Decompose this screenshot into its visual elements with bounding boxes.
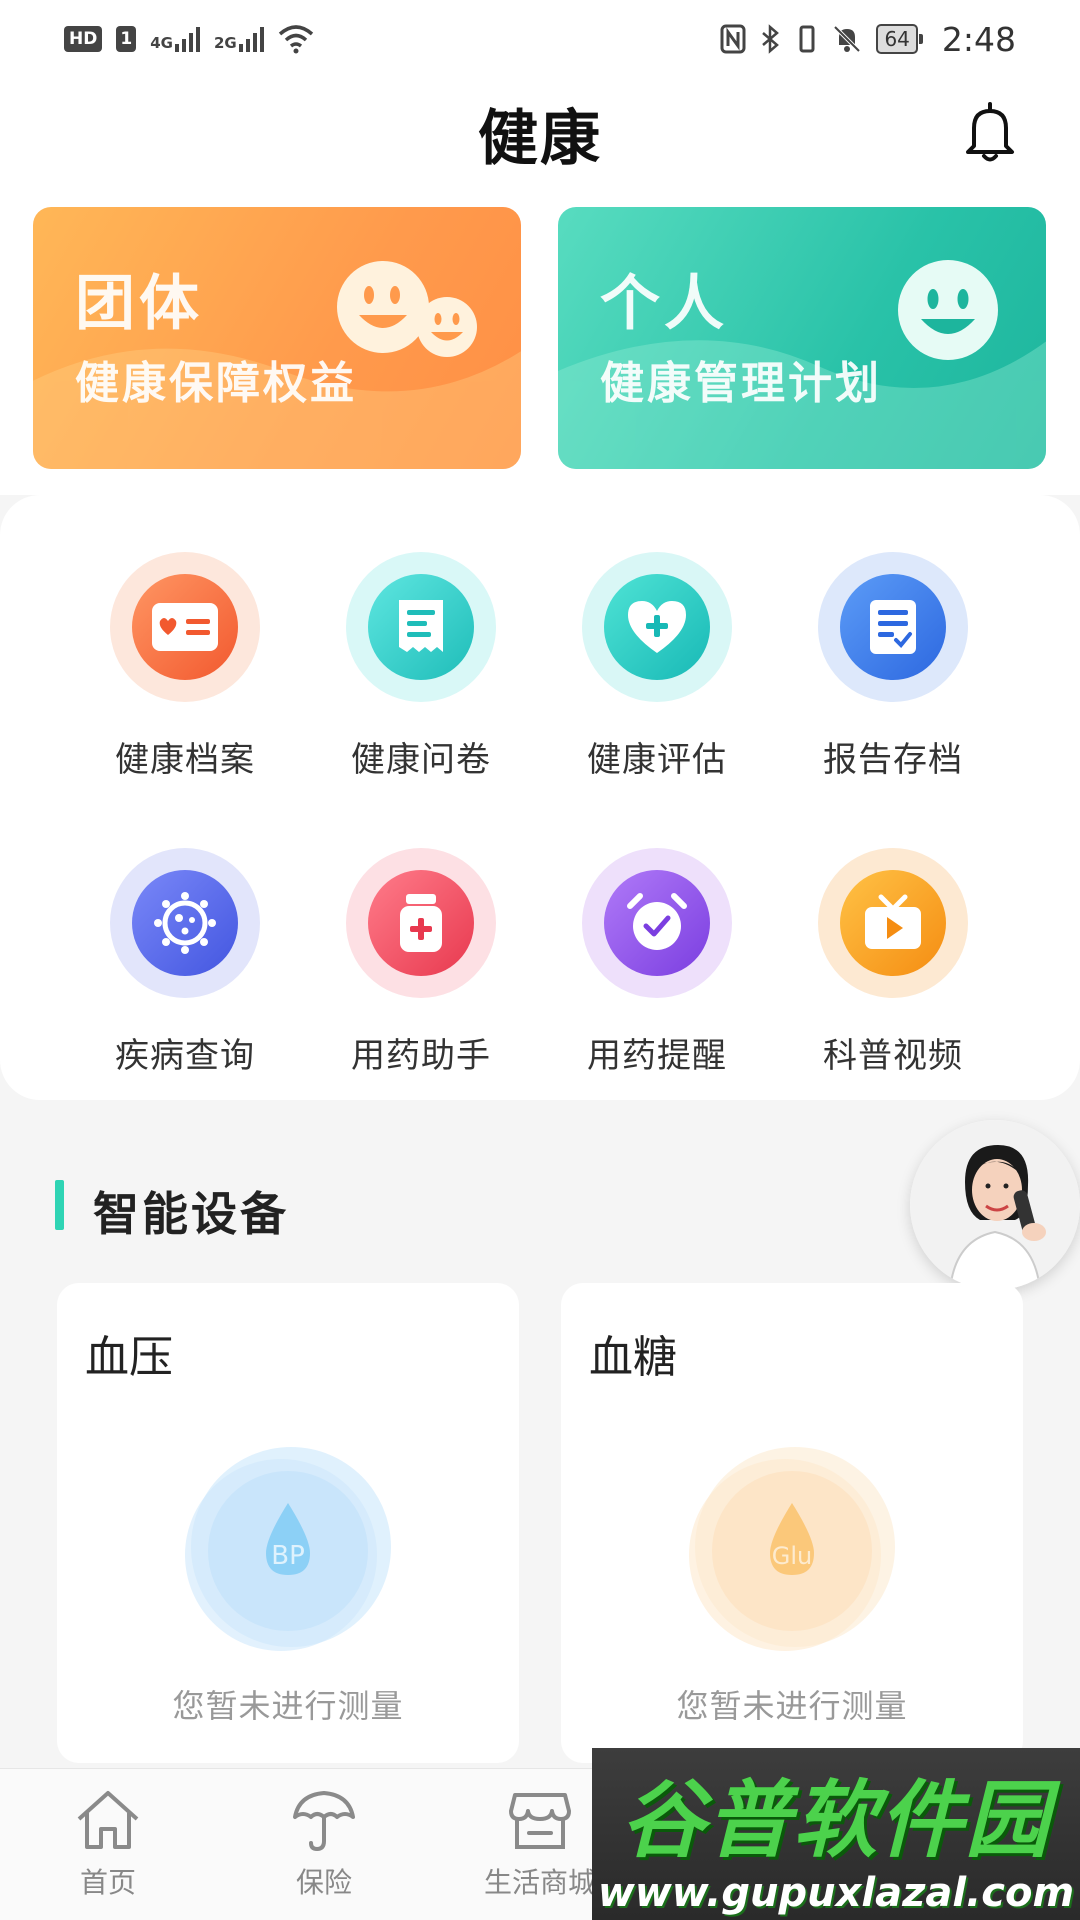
grid-item-questionnaire[interactable]: 健康问卷 <box>303 552 539 812</box>
tv-play-icon <box>840 870 946 976</box>
section-title: 智能设备 <box>93 1187 289 1241</box>
alarm-clock-icon <box>604 870 710 976</box>
grid-item-label: 科普视频 <box>823 1036 963 1076</box>
grid-item-medication-reminder[interactable]: 用药提醒 <box>539 848 775 1108</box>
customer-service-avatar[interactable] <box>910 1120 1080 1290</box>
icon-halo <box>346 848 496 998</box>
grid-item-science-video[interactable]: 科普视频 <box>775 848 1011 1108</box>
feature-grid: 健康档案 健康问卷 健康评估 报告存档 疾病查询 用药助手 用药提醒 科普视频 <box>0 495 1080 1100</box>
status-time: 2:48 <box>941 19 1016 59</box>
drop-badge: Glu <box>772 1542 812 1570</box>
banner-subtitle: 健康管理计划 <box>600 358 882 409</box>
blood-glucose-card[interactable]: 血糖 Glu 您暂未进行测量 <box>561 1283 1023 1763</box>
grid-item-label: 健康档案 <box>115 740 255 780</box>
battery-indicator: 64 <box>876 24 924 54</box>
virus-icon <box>132 870 238 976</box>
measurement-hint: 您暂未进行测量 <box>676 1687 908 1725</box>
watermark-text: 谷普软件园 <box>620 1770 1051 1869</box>
group-health-banner[interactable]: 团体 健康保障权益 <box>33 207 521 469</box>
report-icon <box>840 574 946 680</box>
signal-4g: 4G <box>150 26 200 52</box>
grid-item-health-records[interactable]: 健康档案 <box>67 552 303 812</box>
grid-item-label: 报告存档 <box>823 740 963 780</box>
watermark-url: www.gupuxlazal.com <box>597 1869 1075 1916</box>
store-icon <box>509 1793 571 1849</box>
drop-badge: BP <box>271 1541 305 1571</box>
grid-item-label: 健康问卷 <box>351 740 491 780</box>
service-agent-icon <box>910 1120 1080 1290</box>
net-label-4g: 4G <box>150 34 173 52</box>
grid-item-disease-search[interactable]: 疾病查询 <box>67 848 303 1108</box>
nav-label: 首页 <box>79 1866 136 1899</box>
status-bar: HD 1 4G 2G 64 2:48 <box>0 0 1080 78</box>
heart-plus-icon <box>604 574 710 680</box>
net-label-2g: 2G <box>213 34 237 52</box>
medicine-bottle-icon <box>368 870 474 976</box>
icon-halo <box>818 848 968 998</box>
signal-bars-icon <box>238 26 264 52</box>
status-right: 64 2:48 <box>720 20 1016 59</box>
nav-label: 保险 <box>295 1866 352 1899</box>
grid-item-assessment[interactable]: 健康评估 <box>539 552 775 812</box>
icon-halo <box>818 552 968 702</box>
banner-subtitle: 健康保障权益 <box>75 358 357 409</box>
signal-2g: 2G <box>214 26 264 52</box>
home-icon <box>77 1791 139 1849</box>
personal-health-banner[interactable]: 个人 健康管理计划 <box>558 207 1046 469</box>
grid-item-label: 用药助手 <box>351 1036 491 1076</box>
grid-item-medication-assistant[interactable]: 用药助手 <box>303 848 539 1108</box>
icon-halo <box>582 552 732 702</box>
grid-item-label: 健康评估 <box>587 740 727 780</box>
questionnaire-icon <box>368 574 474 680</box>
id-card-icon <box>132 574 238 680</box>
icon-halo <box>110 848 260 998</box>
watermark: 谷普软件园 www.gupuxlazal.com <box>592 1748 1080 1920</box>
nav-home[interactable]: 首页 <box>18 1787 198 1907</box>
sim-indicator: 1 <box>116 26 137 52</box>
vibrate-icon <box>799 25 815 53</box>
signal-bars-icon <box>174 26 200 52</box>
icon-halo <box>582 848 732 998</box>
smiley-icon <box>898 260 998 360</box>
page-title: 健康 <box>478 104 602 174</box>
mute-bell-icon <box>834 25 861 53</box>
device-name: 血压 <box>85 1332 173 1383</box>
device-name: 血糖 <box>589 1332 677 1383</box>
banner-title: 团体 <box>75 269 203 339</box>
smiley-icon <box>337 261 477 357</box>
icon-halo <box>346 552 496 702</box>
nav-insurance[interactable]: 保险 <box>234 1787 414 1907</box>
icon-halo <box>110 552 260 702</box>
umbrella-icon <box>293 1791 355 1852</box>
measurement-hint: 您暂未进行测量 <box>172 1687 404 1725</box>
blood-pressure-drop-icon: BP <box>185 1447 391 1651</box>
blood-pressure-card[interactable]: 血压 BP 您暂未进行测量 <box>57 1283 519 1763</box>
grid-item-report-archive[interactable]: 报告存档 <box>775 552 1011 812</box>
hd-indicator: HD <box>64 26 103 52</box>
banner-title: 个人 <box>600 269 728 339</box>
wifi-icon <box>278 25 313 54</box>
bluetooth-icon <box>762 24 780 54</box>
status-left: HD 1 4G 2G <box>64 24 314 54</box>
blood-glucose-drop-icon: Glu <box>689 1447 895 1651</box>
grid-item-label: 疾病查询 <box>115 1036 255 1076</box>
nfc-icon <box>720 24 746 54</box>
bell-icon[interactable] <box>960 100 1020 164</box>
grid-item-label: 用药提醒 <box>587 1036 727 1076</box>
section-accent-bar <box>55 1180 64 1230</box>
